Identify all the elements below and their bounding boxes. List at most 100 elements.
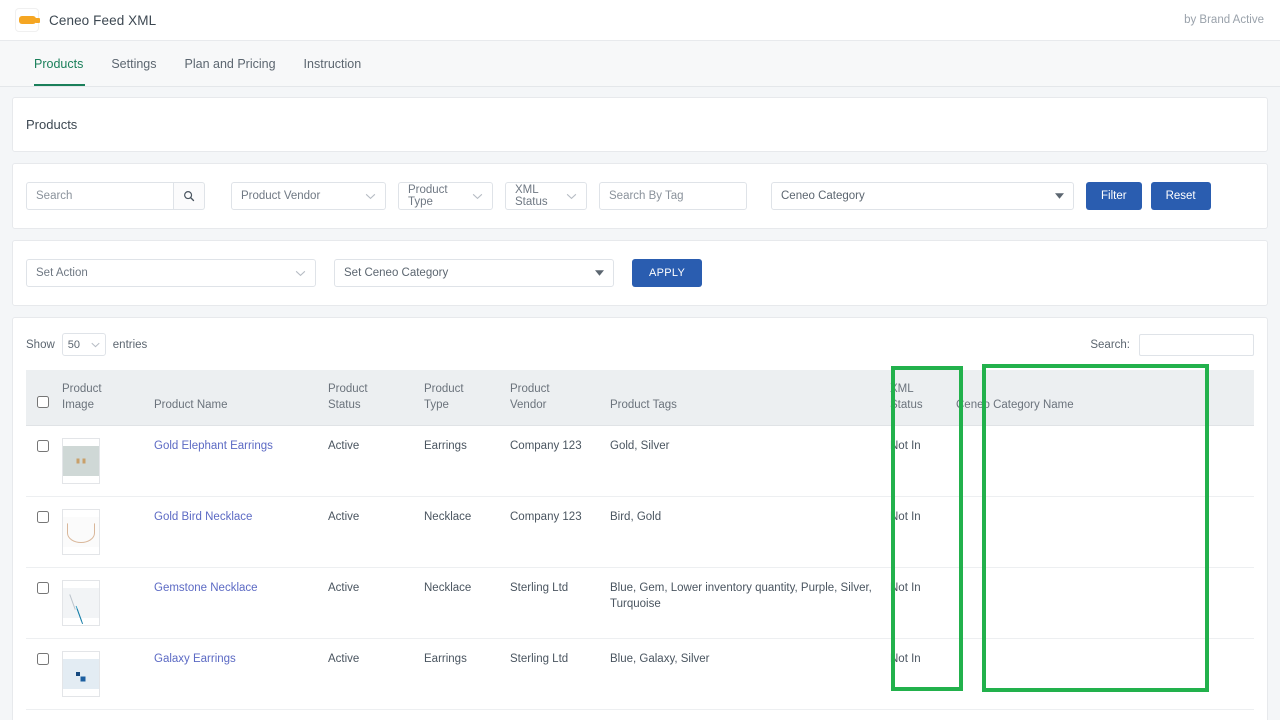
reset-button[interactable]: Reset [1150,182,1211,210]
filter-button[interactable]: Filter [1086,182,1142,210]
header-product-name: Product Name [148,370,322,426]
chevron-down-icon [472,193,483,199]
header-ceneo-category-name-line1: Ceneo Category Name [956,399,1074,411]
header-product-image-line1: Product [62,383,102,395]
row-vendor-cell [504,709,604,720]
product-vendor-label: Product Vendor [241,190,321,202]
search-by-tag-input[interactable]: Search By Tag [599,182,747,210]
header-product-vendor: Product Vendor [504,370,604,426]
product-type-label: Product Type [408,184,448,208]
tab-products[interactable]: Products [22,41,97,86]
caret-down-icon [595,270,604,276]
row-name-cell: Gemstone Necklace [148,567,322,639]
table-row: Gemstone Necklace Active Necklace Sterli… [26,567,1254,639]
brand: Ceneo Feed XML [16,9,156,31]
product-name-link[interactable]: Gold Bird Necklace [154,511,252,523]
tab-plan-and-pricing[interactable]: Plan and Pricing [171,41,290,86]
row-image-cell [56,496,148,568]
product-thumbnail [62,580,100,626]
entries-suffix-label: entries [112,338,148,351]
header-product-type: Product Type [418,370,504,426]
search-icon [184,191,195,202]
table-row: Gold Bird Necklace Active Necklace Compa… [26,496,1254,568]
table-row: Gold Elephant Earrings Active Earrings C… [26,425,1254,497]
filter-bar: Search Product Vendor Product Type XML S… [12,163,1268,229]
product-name-link[interactable]: Gemstone Necklace [154,582,258,594]
tab-settings[interactable]: Settings [97,41,170,86]
table-search-input[interactable] [1139,333,1254,356]
product-type-select[interactable]: Product Type [398,182,493,210]
row-vendor-cell: Sterling Ltd [504,567,604,639]
row-checkbox[interactable] [37,582,49,594]
row-tags-cell: Bird, Gold [604,496,884,568]
set-action-label: Set Action [36,267,88,279]
product-vendor-select[interactable]: Product Vendor [231,182,386,210]
product-thumbnail [62,509,100,555]
row-ceneo-category-cell [950,567,1254,639]
tab-plan-and-pricing-label: Plan and Pricing [184,56,276,71]
xml-status-select[interactable]: XML Status [505,182,587,210]
chevron-down-icon [295,270,306,276]
row-xml-status-cell: Not In [884,709,950,720]
header-product-vendor-line1: Product [510,383,550,395]
chevron-down-icon [91,342,100,347]
ceneo-category-label: Ceneo Category [781,190,865,202]
row-checkbox[interactable] [37,511,49,523]
row-type-cell: Earrings [418,425,504,497]
header-product-image-line2: Image [62,399,94,411]
row-status-cell: Active [322,709,418,720]
chevron-down-icon [566,193,577,199]
header-xml-status-line2: Status [890,399,923,411]
select-all-header [26,370,56,426]
entries-length-value: 50 [67,338,81,351]
search-input[interactable]: Search [26,182,174,210]
row-ceneo-category-cell [950,709,1254,720]
row-tags-cell: Gold, Silver [604,425,884,497]
row-name-cell: Galaxy Earrings [148,638,322,710]
set-ceneo-category-select[interactable]: Set Ceneo Category [334,259,614,287]
product-name-link[interactable]: Galaxy Earrings [154,653,236,665]
header-product-image: Product Image [56,370,148,426]
tab-settings-label: Settings [111,56,157,71]
product-name-link[interactable]: Gold Elephant Earrings [154,440,273,452]
row-xml-status-cell: Not In [884,567,950,639]
row-xml-status-cell: Not In [884,638,950,710]
product-thumbnail [62,438,100,484]
products-table: Product Image Product Name Product Statu… [26,370,1254,720]
row-name-cell: Floral White T... [148,709,322,720]
chevron-down-icon [365,193,376,199]
xml-status-label: XML Status [515,184,548,208]
tab-products-label: Products [34,56,84,71]
row-vendor-cell: Sterling Ltd [504,638,604,710]
row-image-cell [56,638,148,710]
header-xml-status-line1: XML [890,383,914,395]
row-image-cell [56,567,148,639]
row-tags-cell: Blue, Gem, Lower inventory quantity, Pur… [604,567,884,639]
page-title-card: Products [12,97,1268,152]
row-select-cell [26,638,56,710]
row-select-cell [26,709,56,720]
row-select-cell [26,567,56,639]
page-title: Products [26,117,78,132]
tab-instruction[interactable]: Instruction [290,41,376,86]
products-table-card: Show 50 entries Search: Product Image Pr… [12,317,1268,720]
header-product-status-line2: Status [328,399,361,411]
entries-length-select[interactable]: 50 [61,333,106,356]
table-controls: Show 50 entries Search: [26,331,1254,370]
row-xml-status-cell: Not In [884,425,950,497]
row-image-cell [56,709,148,720]
products-table-head: Product Image Product Name Product Statu… [26,370,1254,426]
row-ceneo-category-cell [950,638,1254,710]
row-checkbox[interactable] [37,440,49,452]
row-vendor-cell: Company 123 [504,496,604,568]
row-status-cell: Active [322,496,418,568]
row-ceneo-category-cell [950,496,1254,568]
row-name-cell: Gold Elephant Earrings [148,425,322,497]
apply-button[interactable]: APPLY [632,259,703,287]
set-action-select[interactable]: Set Action [26,259,316,287]
ceneo-category-select[interactable]: Ceneo Category [771,182,1074,210]
search-button[interactable] [174,182,205,210]
tab-bar: Products Settings Plan and Pricing Instr… [0,41,1280,87]
row-checkbox[interactable] [37,653,49,665]
select-all-checkbox[interactable] [37,396,49,408]
